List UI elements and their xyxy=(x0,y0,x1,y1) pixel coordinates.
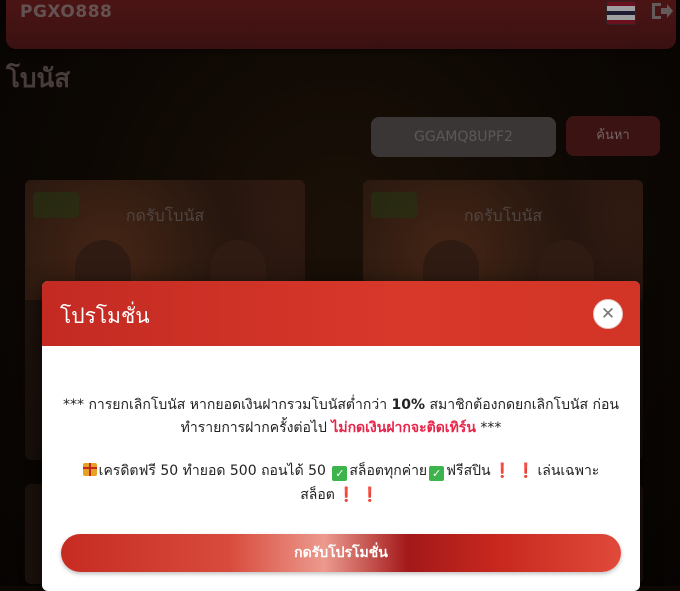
promo-text: สล็อตทุกค่าย xyxy=(349,463,428,479)
notice-warning: ไม่กดเงินฝากจะติดเทิร์น xyxy=(331,420,476,436)
modal-header: โปรโมชั่น ✕ xyxy=(42,281,640,346)
promo-text: ฟรีสปิน xyxy=(446,463,491,479)
exclamation-icon: ❗ xyxy=(337,487,356,503)
notice-text: *** การยกเลิกโบนัส หากยอดเงินฝากรวมโบนัส… xyxy=(63,397,392,413)
cancel-bonus-notice: *** การยกเลิกโบนัส หากยอดเงินฝากรวมโบนัส… xyxy=(62,394,620,440)
exclamation-icon: ❗ xyxy=(361,487,379,503)
promo-text: เครดิตฟรี 50 ทำยอด 500 ถอนได้ 50 xyxy=(98,463,331,479)
modal-body: *** การยกเลิกโบนัส หากยอดเงินฝากรวมโบนัส… xyxy=(42,346,640,591)
exclamation-icon: ❗ xyxy=(493,463,512,479)
gift-icon xyxy=(82,463,97,476)
check-icon: ✓ xyxy=(429,466,445,481)
check-icon: ✓ xyxy=(332,466,348,481)
notice-text: *** xyxy=(475,420,502,436)
promotion-modal: โปรโมชั่น ✕ *** การยกเลิกโบนัส หากยอดเงิ… xyxy=(42,281,640,591)
exclamation-icon: ❗ xyxy=(517,463,535,479)
claim-promotion-button[interactable]: กดรับโปรโมชั่น xyxy=(61,534,621,572)
modal-title: โปรโมชั่น xyxy=(60,304,150,328)
promo-details: เครดิตฟรี 50 ทำยอด 500 ถอนได้ 50 ✓ สล็อตท… xyxy=(62,459,620,507)
notice-percent: 10% xyxy=(391,397,426,413)
close-icon[interactable]: ✕ xyxy=(593,299,623,329)
